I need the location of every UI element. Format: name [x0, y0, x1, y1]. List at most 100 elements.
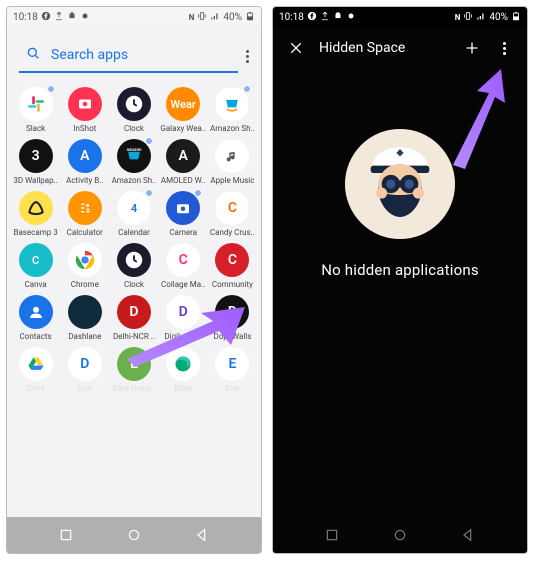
app-contacts[interactable]: Contacts: [11, 295, 60, 341]
app-chrome[interactable]: Chrome: [60, 243, 109, 289]
empty-state-message: No hidden applications: [321, 261, 479, 279]
app-label: Candy Crus..: [210, 228, 255, 237]
app-clock-2[interactable]: Clock: [109, 243, 158, 289]
app-label: Galaxy Wea..: [160, 124, 206, 133]
app-apple-music[interactable]: Apple Music: [208, 139, 257, 185]
more-vert-icon[interactable]: [246, 50, 249, 63]
app-icon: C: [215, 191, 249, 225]
app-label: Basecamp 3: [13, 228, 57, 237]
app-label: AMOLED W..: [161, 176, 206, 185]
app-amazon-shopping[interactable]: Amazon Sh..: [208, 87, 257, 133]
app-icon: [19, 347, 53, 381]
nfc-icon: N: [189, 13, 195, 22]
app-icon: [166, 347, 200, 381]
app-label: Contacts: [20, 332, 52, 341]
screen-title: Hidden Space: [319, 40, 405, 56]
app-label: Clock: [124, 280, 144, 289]
app-delhi-ncr[interactable]: D Delhi-NCR ..: [109, 295, 158, 341]
status-time: 10:18: [279, 12, 304, 23]
add-button[interactable]: [463, 39, 481, 57]
app-drawer-screen: Search apps SlackInShot Clock WearGalaxy W…: [7, 27, 261, 553]
close-button[interactable]: [287, 39, 305, 57]
app-label: Calendar: [118, 228, 150, 237]
app-icon: amazon: [117, 139, 151, 173]
camera-dot-icon: [80, 11, 90, 24]
app-community[interactable]: CCommunity: [208, 243, 257, 289]
app-canva[interactable]: CCanva: [11, 243, 60, 289]
app-icon: A: [166, 139, 200, 173]
app-icon: C: [19, 243, 53, 277]
app-calendar[interactable]: 4Calendar: [109, 191, 158, 237]
app-label: Camera: [169, 228, 197, 237]
app-label: Clock: [124, 124, 144, 133]
app-calculator[interactable]: Calculator: [60, 191, 109, 237]
phone-left-app-drawer: 10:18 N 40%: [6, 6, 262, 554]
app-easy-uninstaller[interactable]: EEasy Unins..: [109, 347, 158, 393]
app-galaxy-wearable[interactable]: WearGalaxy Wea..: [159, 87, 208, 133]
app-collage-maker[interactable]: CCollage Ma..: [159, 243, 208, 289]
nav-recents-button[interactable]: [57, 526, 75, 544]
app-grid: SlackInShotClockWearGalaxy Wea..Amazon S…: [7, 79, 261, 553]
app-label: Duo: [78, 384, 92, 393]
android-icon: [67, 11, 77, 24]
status-battery: 40%: [223, 12, 242, 23]
app-dashlane[interactable]: Dashlane: [60, 295, 109, 341]
app-icon: [19, 295, 53, 329]
app-amoled-wallpapers[interactable]: A AMOLED W..: [159, 139, 208, 185]
nav-back-button[interactable]: [193, 526, 211, 544]
app-icon: [68, 295, 102, 329]
app-icon: D: [215, 295, 249, 329]
app-activity-bubbles[interactable]: A Activity B..: [60, 139, 109, 185]
status-bar: 10:18 N 40%: [7, 7, 261, 27]
navigation-bar: [7, 517, 261, 553]
app-label: Amazon Sh..: [210, 124, 255, 133]
app-candy-crush[interactable]: C Candy Crus..: [208, 191, 257, 237]
app-label: Apple Music: [210, 176, 254, 185]
app-label: Amazon Sh..: [112, 176, 157, 185]
notification-dot-icon: [194, 189, 202, 197]
app-basecamp[interactable]: Basecamp 3: [11, 191, 60, 237]
app-icon: 3: [19, 139, 53, 173]
app-label: Edge: [174, 384, 192, 393]
app-clock[interactable]: Clock: [109, 87, 158, 133]
nav-home-button[interactable]: [125, 526, 143, 544]
app-drive[interactable]: Drive: [11, 347, 60, 393]
upload-icon: [54, 11, 64, 24]
app-icon: A: [68, 139, 102, 173]
app-label: Activity B..: [66, 176, 103, 185]
vibrate-icon: [197, 11, 207, 24]
battery-icon: [245, 11, 255, 24]
notification-dot-icon: [47, 85, 55, 93]
app-label: Delhi-NCR ..: [113, 332, 155, 341]
app-camera[interactable]: Camera: [159, 191, 208, 237]
app-3d-wallpaper[interactable]: 3 3D Wallpap..: [11, 139, 60, 185]
app-label: DopeWalls: [213, 332, 251, 341]
status-bar: 10:18 N 40%: [273, 7, 527, 27]
app-icon: C: [215, 243, 249, 277]
app-icon: [19, 191, 53, 225]
app-label: Evie: [225, 384, 240, 393]
app-label: Easy Unins..: [112, 384, 155, 393]
app-label: DigiLocker: [164, 332, 202, 341]
more-vert-icon[interactable]: [495, 39, 513, 57]
app-edge[interactable]: Edge: [159, 347, 208, 393]
upload-icon: [320, 11, 330, 24]
app-icon: E: [215, 347, 249, 381]
camera-dot-icon: [346, 11, 356, 24]
app-slack[interactable]: Slack: [11, 87, 60, 133]
app-duo[interactable]: DDuo: [60, 347, 109, 393]
app-label: 3D Wallpap..: [13, 176, 58, 185]
facebook-icon: [307, 11, 317, 24]
app-icon: [215, 139, 249, 173]
app-digilocker[interactable]: DDigiLocker: [159, 295, 208, 341]
app-evie[interactable]: E Evie: [208, 347, 257, 393]
app-icon: [166, 191, 200, 225]
search-apps-input[interactable]: Search apps: [19, 39, 238, 73]
nfc-icon: N: [455, 13, 461, 22]
app-dopewalls[interactable]: D DopeWalls: [208, 295, 257, 341]
app-inshot[interactable]: InShot: [60, 87, 109, 133]
app-icon: D: [117, 295, 151, 329]
app-amazon-shopping-2[interactable]: amazon Amazon Sh..: [109, 139, 158, 185]
battery-icon: [511, 11, 521, 24]
signal-icon: [210, 11, 220, 24]
